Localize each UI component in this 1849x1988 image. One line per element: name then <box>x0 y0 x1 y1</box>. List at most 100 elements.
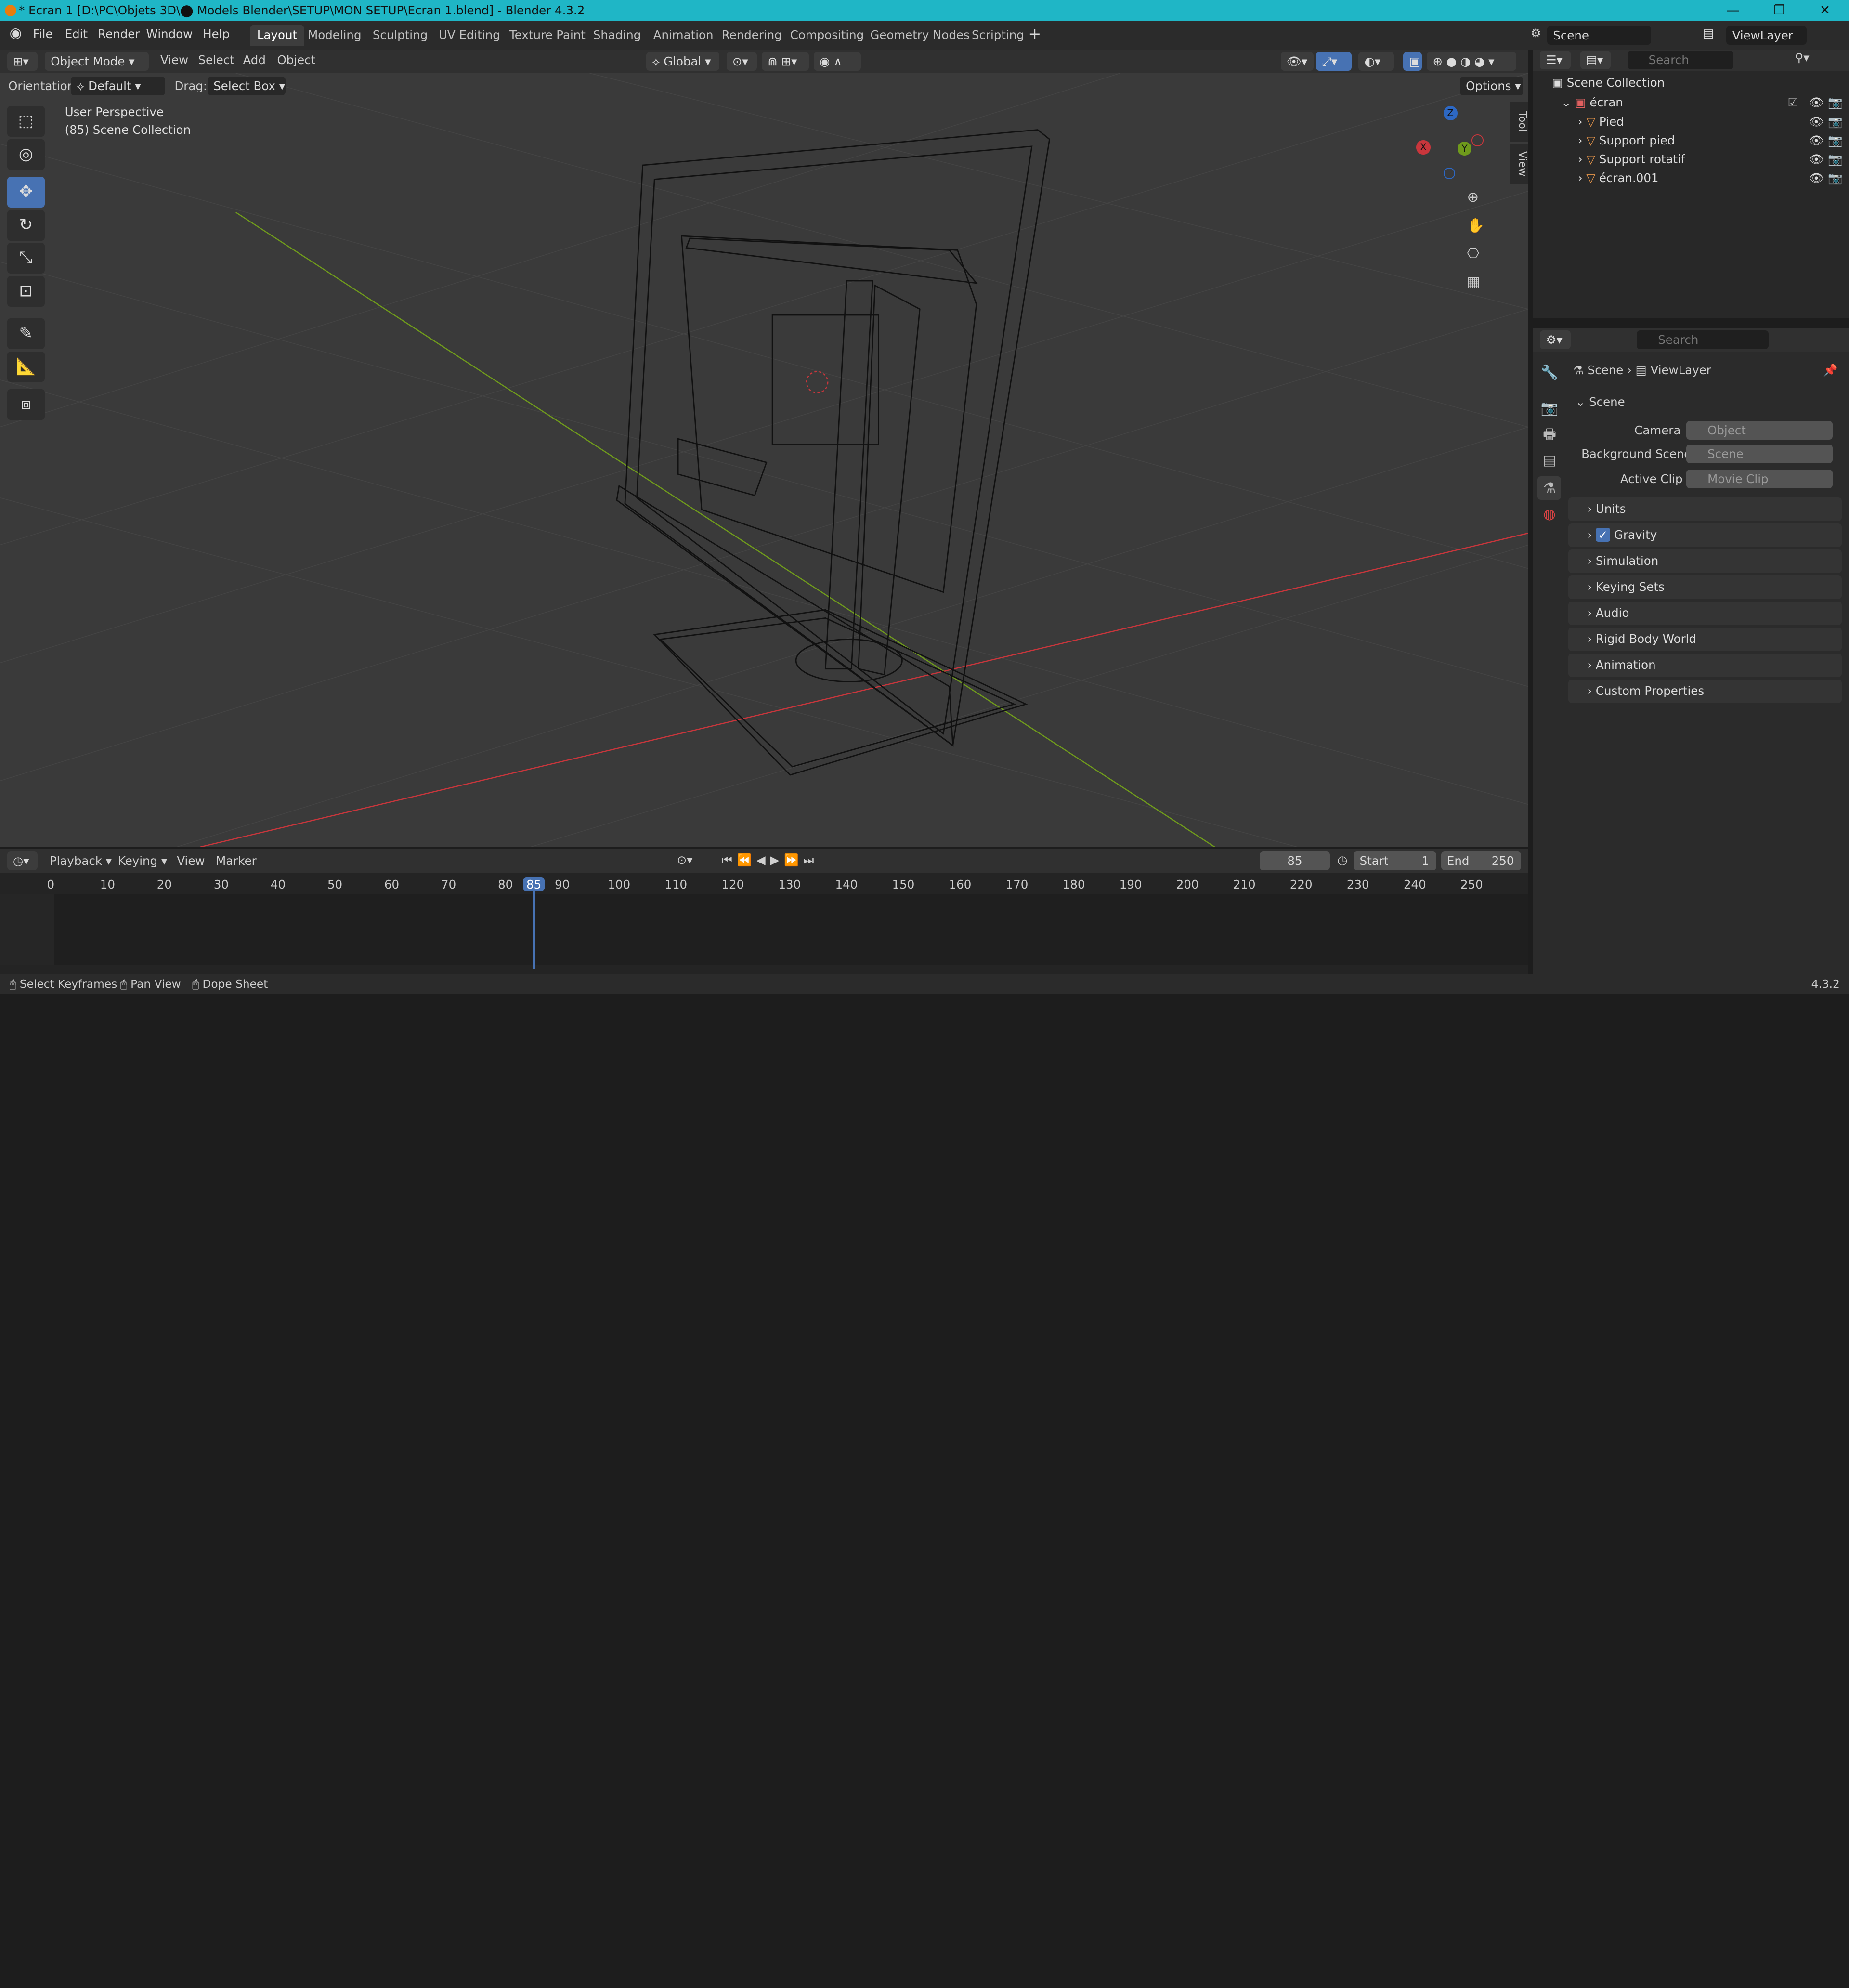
marker-menu[interactable]: Marker <box>216 854 257 868</box>
proportional-edit-icon[interactable]: ◉ ∧ <box>813 52 861 71</box>
camera-icon[interactable]: 📷 <box>1828 131 1842 150</box>
select-box-icon[interactable]: ⬚ <box>7 106 45 137</box>
measure-icon[interactable]: 📐 <box>7 351 45 382</box>
scene-selector[interactable]: Scene <box>1547 26 1651 45</box>
gizmo-neg-z-icon[interactable] <box>1443 167 1456 180</box>
scale-icon[interactable]: ⤡ <box>7 243 45 274</box>
add-workspace-icon[interactable]: + <box>1029 25 1042 43</box>
menu-view[interactable]: View <box>160 53 188 67</box>
viewlayer-selector[interactable]: ViewLayer <box>1726 26 1807 45</box>
camera-icon[interactable]: 📷 <box>1828 112 1842 131</box>
current-frame-field[interactable]: 85 <box>1259 851 1330 871</box>
properties-editor-icon[interactable]: ⚙▾ <box>1540 330 1571 349</box>
panel-audio[interactable]: › Audio <box>1568 601 1842 625</box>
tab-compositing[interactable]: Compositing <box>783 25 871 46</box>
playback-controls[interactable]: ⏮⏪◀▶⏩⏭ <box>722 853 819 867</box>
scene-section-header[interactable]: ⌄ Scene <box>1576 395 1625 409</box>
transform-orientation-dropdown[interactable]: ⟡ Global ▾ <box>646 52 719 71</box>
scene-collection-row[interactable]: ▣ Scene Collection <box>1533 73 1849 92</box>
rotate-icon[interactable]: ↻ <box>7 209 45 241</box>
camera-icon[interactable]: 📷 <box>1828 93 1842 112</box>
ortho-grid-icon[interactable]: ▦ <box>1467 274 1488 295</box>
outliner-item-ecran-001[interactable]: › ▽ écran.001 👁 📷 <box>1533 169 1849 187</box>
tab-geometry-nodes[interactable]: Geometry Nodes <box>863 25 977 46</box>
gizmo-y-icon[interactable]: Y <box>1457 141 1472 156</box>
keying-menu[interactable]: Keying ▾ <box>118 854 167 868</box>
tab-view[interactable]: View <box>1509 144 1528 184</box>
tab-layout[interactable]: Layout <box>250 25 304 46</box>
panel-units[interactable]: › Units <box>1568 497 1842 522</box>
viewlayer-tab-icon[interactable]: ▤ <box>1537 448 1561 472</box>
menu-help[interactable]: Help <box>203 27 230 41</box>
camera-field[interactable]: Object <box>1686 421 1833 440</box>
transform-icon[interactable]: ⊡ <box>7 276 45 307</box>
editor-type-icon[interactable]: ⊞▾ <box>7 52 38 71</box>
eye-icon[interactable]: 👁 <box>1809 131 1824 150</box>
eye-icon[interactable]: 👁 <box>1809 169 1824 187</box>
panel-keying-sets[interactable]: › Keying Sets <box>1568 575 1842 600</box>
pan-hand-icon[interactable]: ✋ <box>1467 217 1488 238</box>
pin-icon[interactable]: 📌 <box>1823 363 1837 377</box>
tab-tool[interactable]: Tool <box>1509 101 1528 142</box>
navigation-gizmo[interactable]: Z Y X <box>1415 106 1486 180</box>
camera-icon[interactable]: 📷 <box>1828 150 1842 169</box>
gizmo-toggle-icon[interactable]: ⤢▾ <box>1316 52 1352 71</box>
add-cube-icon[interactable]: ⧈ <box>7 389 45 420</box>
xray-icon[interactable]: ▣ <box>1403 52 1422 71</box>
outliner-display-icon[interactable]: ▤▾ <box>1580 51 1611 70</box>
tab-texture-paint[interactable]: Texture Paint <box>502 25 592 46</box>
minimize-icon[interactable]: — <box>1726 0 1739 21</box>
active-clip-field[interactable]: Movie Clip <box>1686 469 1833 488</box>
menu-add[interactable]: Add <box>243 53 265 67</box>
outliner-item-pied[interactable]: › ▽ Pied 👁 📷 <box>1533 112 1849 131</box>
gravity-checkbox[interactable]: ✓ <box>1595 528 1611 542</box>
cursor-icon[interactable]: ◎ <box>7 139 45 170</box>
overlay-icon[interactable]: ◐▾ <box>1358 52 1394 71</box>
eye-icon[interactable]: 👁 <box>1809 150 1824 169</box>
zoom-icon[interactable]: ⊕ <box>1467 189 1488 210</box>
menu-select[interactable]: Select <box>198 53 234 67</box>
tab-sculpting[interactable]: Sculpting <box>365 25 435 46</box>
mode-dropdown[interactable]: Object Mode ▾ <box>45 52 149 71</box>
gizmo-x-icon[interactable]: X <box>1416 140 1431 155</box>
timeline-editor-icon[interactable]: ◷▾ <box>7 851 38 871</box>
snap-icon[interactable]: ⋒ ⊞▾ <box>762 52 809 71</box>
options-dropdown[interactable]: Options ▾ <box>1459 77 1524 96</box>
end-frame-field[interactable]: End 250 <box>1441 851 1522 871</box>
shading-modes[interactable]: ⊕ ● ◑ ◕ ▾ <box>1427 52 1517 71</box>
tab-uv-editing[interactable]: UV Editing <box>431 25 507 46</box>
menu-file[interactable]: File <box>33 27 53 41</box>
pivot-icon[interactable]: ⊙▾ <box>726 52 757 71</box>
scene-tab-icon[interactable]: ⚗ <box>1537 476 1562 500</box>
timeline-track-area[interactable] <box>0 894 1528 965</box>
orientation-dropdown[interactable]: ⟡ Default ▾ <box>70 77 165 96</box>
gizmo-neg-x-icon[interactable] <box>1471 134 1484 146</box>
menu-render[interactable]: Render <box>98 27 140 41</box>
render-tab-icon[interactable]: 📷 <box>1537 396 1561 420</box>
timeline-view-menu[interactable]: View <box>177 854 205 868</box>
world-tab-icon[interactable]: ◍ <box>1537 502 1561 526</box>
properties-search-input[interactable]: Search <box>1637 330 1769 349</box>
blender-menu-icon[interactable]: ◉ <box>10 25 22 41</box>
checkbox-icon[interactable]: ☑ <box>1788 93 1798 112</box>
menu-edit[interactable]: Edit <box>65 27 88 41</box>
tab-animation[interactable]: Animation <box>646 25 720 46</box>
current-frame-marker[interactable]: 85 <box>522 877 545 892</box>
eye-icon[interactable]: 👁 <box>1809 112 1824 131</box>
start-frame-field[interactable]: Start 1 <box>1354 851 1436 871</box>
stopwatch-icon[interactable]: ◷ <box>1337 853 1347 867</box>
outliner-search-input[interactable]: Search <box>1627 51 1733 70</box>
menu-window[interactable]: Window <box>146 27 193 41</box>
playhead-line[interactable] <box>533 891 535 970</box>
outliner-item-support-rotatif[interactable]: › ▽ Support rotatif 👁 📷 <box>1533 150 1849 169</box>
camera-icon[interactable]: 📷 <box>1828 169 1842 187</box>
maximize-icon[interactable]: ❐ <box>1773 0 1785 21</box>
background-scene-field[interactable]: Scene <box>1686 445 1833 464</box>
panel-animation[interactable]: › Animation <box>1568 653 1842 677</box>
auto-key-icon[interactable]: ⊙▾ <box>677 853 693 867</box>
close-icon[interactable]: ✕ <box>1820 0 1831 21</box>
menu-object[interactable]: Object <box>277 53 316 67</box>
output-tab-icon[interactable]: 🖶 <box>1537 422 1561 446</box>
collection-row-ecran[interactable]: ⌄ ▣ écran ☑ 👁 📷 <box>1533 93 1849 112</box>
outliner-item-support-pied[interactable]: › ▽ Support pied 👁 📷 <box>1533 131 1849 150</box>
